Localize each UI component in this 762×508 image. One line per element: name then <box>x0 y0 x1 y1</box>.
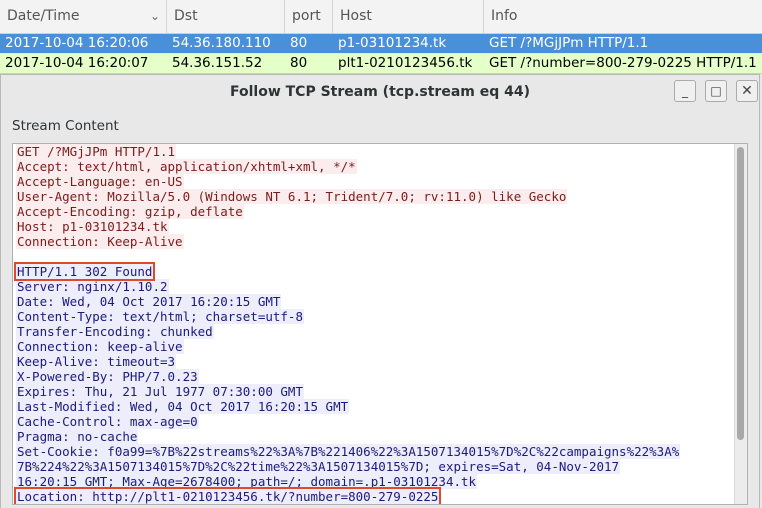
request-line: User-Agent: Mozilla/5.0 (Windows NT 6.1;… <box>16 189 568 204</box>
response-line: 7B%224%22%3A1507134015%7D%2C%22time%22%3… <box>16 459 621 474</box>
maximize-button[interactable]: □ <box>705 80 727 102</box>
cell-port: 80 <box>290 35 308 51</box>
response-line: Server: nginx/1.10.2 <box>16 279 169 294</box>
column-label: port <box>292 8 321 24</box>
response-line: Date: Wed, 04 Oct 2017 16:20:15 GMT <box>16 294 282 309</box>
highlight-box: Location: http://plt1-0210123456.tk/?num… <box>13 487 442 504</box>
cell-info: GET /?number=800-279-0225 HTTP/1.1 <box>489 55 757 71</box>
request-line: Host: p1-03101234.tk <box>16 219 169 234</box>
packet-row[interactable]: 2017-10-04 16:20:07 54.36.151.52 80 plt1… <box>0 54 762 74</box>
response-line: Expires: Thu, 21 Jul 1977 07:30:00 GMT <box>16 384 304 399</box>
minimize-button[interactable]: _ <box>674 80 696 102</box>
response-line: X-Powered-By: PHP/7.0.23 <box>16 369 199 384</box>
minimize-icon: _ <box>682 84 688 98</box>
cell-host: plt1-0210123456.tk <box>338 55 473 71</box>
stream-content-area[interactable]: GET /?MGjJPm HTTP/1.1 Accept: text/html,… <box>12 143 748 505</box>
dialog-title: Follow TCP Stream (tcp.stream eq 44) <box>229 84 530 100</box>
stream-lines: GET /?MGjJPm HTTP/1.1 Accept: text/html,… <box>13 144 736 504</box>
scrollbar-thumb[interactable] <box>737 147 744 440</box>
response-location-line: Location: http://plt1-0210123456.tk/?num… <box>13 487 736 504</box>
column-header-port[interactable]: port <box>285 0 333 33</box>
cell-port: 80 <box>290 55 308 71</box>
cell-datetime: 2017-10-04 16:20:06 <box>5 35 149 51</box>
response-line: 16:20:15 GMT; Max-Age=2678400; path=/; d… <box>16 474 478 489</box>
request-line: Accept: text/html, application/xhtml+xml… <box>16 159 357 174</box>
column-header-host[interactable]: Host <box>333 0 484 33</box>
column-header-datetime[interactable]: Date/Time ⌄ <box>0 0 167 33</box>
request-line: Accept-Encoding: gzip, deflate <box>16 204 244 219</box>
vertical-scrollbar[interactable] <box>734 144 747 504</box>
column-header-info[interactable]: Info <box>484 0 762 33</box>
cell-dst: 54.36.151.52 <box>172 55 263 71</box>
stream-content-label: Stream Content <box>12 118 119 134</box>
response-line: Pragma: no-cache <box>16 429 139 444</box>
cell-host: p1-03101234.tk <box>338 35 447 51</box>
dialog-titlebar[interactable]: Follow TCP Stream (tcp.stream eq 44) _ □… <box>1 75 759 109</box>
response-status-line: HTTP/1.1 302 Found <box>13 262 736 281</box>
request-line: Connection: Keep-Alive <box>16 234 184 249</box>
response-line: Transfer-Encoding: chunked <box>16 324 214 339</box>
request-line: Accept-Language: en-US <box>16 174 184 189</box>
response-line: Cache-Control: max-age=0 <box>16 414 199 429</box>
packet-list-header: Date/Time ⌄ Dst port Host Info <box>0 0 762 34</box>
column-label: Info <box>491 8 518 24</box>
cell-info: GET /?MGjJPm HTTP/1.1 <box>489 35 649 51</box>
response-line: Last-Modified: Wed, 04 Oct 2017 16:20:15… <box>16 399 350 414</box>
maximize-icon: □ <box>710 84 722 98</box>
column-label: Host <box>340 8 372 24</box>
close-button[interactable]: ✕ <box>736 80 758 102</box>
highlight-box: HTTP/1.1 302 Found <box>13 262 156 281</box>
packet-row-selected[interactable]: 2017-10-04 16:20:06 54.36.180.110 80 p1-… <box>0 34 762 53</box>
chevron-down-icon[interactable]: ⌄ <box>150 0 160 33</box>
cell-dst: 54.36.180.110 <box>172 35 271 51</box>
response-line: Connection: keep-alive <box>16 339 184 354</box>
column-label: Date/Time <box>7 8 80 24</box>
column-label: Dst <box>174 8 198 24</box>
response-line: Set-Cookie: f0a99=%7B%22streams%22%3A%7B… <box>16 444 681 459</box>
close-icon: ✕ <box>741 83 753 99</box>
request-line: GET /?MGjJPm HTTP/1.1 <box>16 144 177 159</box>
response-line: Keep-Alive: timeout=3 <box>16 354 177 369</box>
cell-datetime: 2017-10-04 16:20:07 <box>5 55 149 71</box>
column-header-dst[interactable]: Dst <box>167 0 285 33</box>
response-line: Content-Type: text/html; charset=utf-8 <box>16 309 304 324</box>
follow-tcp-stream-dialog: Follow TCP Stream (tcp.stream eq 44) _ □… <box>0 74 760 508</box>
